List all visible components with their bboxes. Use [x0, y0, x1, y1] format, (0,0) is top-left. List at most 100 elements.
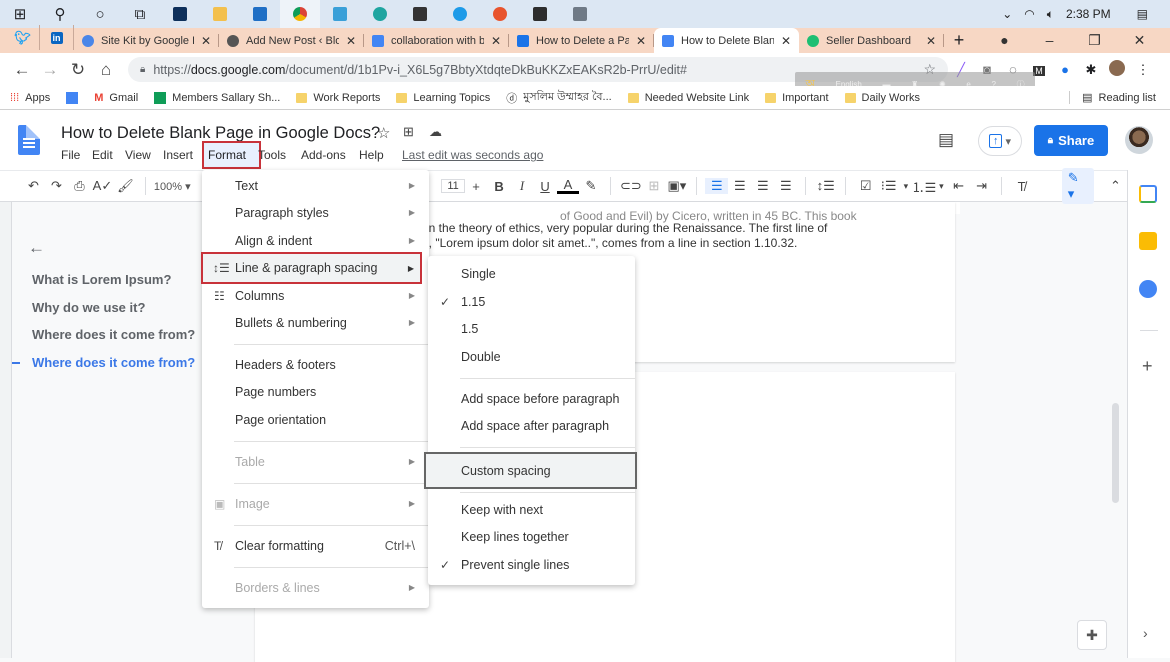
justify-icon[interactable]: ☰	[774, 178, 797, 194]
firefox-icon[interactable]	[480, 0, 520, 28]
tab-search-icon[interactable]: ●	[982, 28, 1027, 53]
bookmark-apps[interactable]: ⁞⁞⁞ Apps	[10, 92, 50, 104]
print-icon[interactable]: ⎙	[68, 178, 91, 194]
google-docs-logo[interactable]	[18, 125, 40, 155]
insert-image-icon[interactable]: ▣▾	[665, 178, 688, 194]
bookmark-daily-works[interactable]: Daily Works	[844, 92, 920, 104]
zoom-select[interactable]: 100% ▾	[154, 180, 198, 193]
increase-indent-icon[interactable]: ⇥	[970, 178, 993, 194]
paint-format-icon[interactable]: 🖌︎	[114, 178, 137, 194]
calculator-icon[interactable]	[560, 0, 600, 28]
clear-formatting-icon[interactable]: T̸	[1010, 179, 1033, 194]
bold-icon[interactable]: B	[488, 179, 511, 194]
clock[interactable]: 2:38 PM	[1066, 7, 1111, 21]
bookmark-bangla[interactable]: ⓓ মুসলিম উম্মাহর বৈ...	[506, 88, 611, 107]
close-icon[interactable]: ✕	[346, 34, 356, 48]
browser-tab[interactable]: Add New Post ‹ Blo ✕	[219, 28, 364, 53]
editing-mode-button[interactable]: ✎ ▾	[1061, 168, 1094, 204]
menu-format[interactable]: Format	[208, 148, 246, 162]
font-size-input[interactable]: 11	[441, 179, 465, 193]
share-button[interactable]: 🔒︎ Share	[1034, 125, 1108, 156]
underline-icon[interactable]: U	[534, 179, 557, 194]
custom-spacing[interactable]: Custom spacing	[424, 452, 637, 489]
add-comment-icon[interactable]: ⊞	[642, 178, 665, 194]
add-addon-icon[interactable]: +	[1142, 356, 1153, 377]
restore-button[interactable]: ❐	[1072, 28, 1117, 53]
browser-tab[interactable]: Seller Dashboard ✕	[799, 28, 944, 53]
keep-lines-together[interactable]: Keep lines together	[428, 523, 635, 550]
account-avatar[interactable]	[1125, 126, 1153, 154]
task-view-icon[interactable]: ⧉	[120, 0, 160, 28]
new-tab-button[interactable]: +	[944, 28, 974, 53]
windows-start-icon[interactable]: ⊞	[0, 0, 40, 28]
browser-tab[interactable]: collaboration with b ✕	[364, 28, 509, 53]
outline-item-active[interactable]: Where does it come from?	[18, 355, 198, 383]
cortana-icon[interactable]: ○	[80, 0, 120, 28]
search-icon[interactable]: ⚲	[40, 0, 80, 28]
add-space-before-paragraph[interactable]: Add space before paragraph	[428, 385, 635, 412]
menu-file[interactable]: File	[61, 148, 80, 162]
menu-tools[interactable]: Tools	[258, 148, 286, 162]
move-folder-icon[interactable]: ⊞	[403, 124, 414, 140]
bulleted-list-icon[interactable]: ⁝☰	[877, 178, 900, 194]
chevron-up-icon[interactable]: ⌄	[1002, 7, 1012, 21]
menu-edit[interactable]: Edit	[92, 148, 113, 162]
line-spacing-icon[interactable]: ↕☰	[814, 178, 837, 194]
outline-item[interactable]: What is Lorem Ipsum?	[18, 272, 198, 300]
minimize-button[interactable]: –	[1027, 28, 1072, 53]
highlight-color-icon[interactable]: ✎	[579, 178, 602, 194]
menu-addons[interactable]: Add-ons	[301, 148, 346, 162]
decrease-indent-icon[interactable]: ⇤	[947, 178, 970, 194]
menu-item-text[interactable]: Text ▶	[202, 172, 429, 199]
collapse-toolbar-icon[interactable]: ⌃	[1104, 178, 1127, 194]
pinned-tab-twitter[interactable]: 🐦︎	[6, 25, 40, 50]
menu-item-line-paragraph-spacing[interactable]: ↕☰ Line & paragraph spacing ▶	[201, 252, 422, 284]
bookmark-members-sallary[interactable]: Members Sallary Sh...	[154, 91, 280, 104]
prevent-single-lines[interactable]: ✓ Prevent single lines	[428, 551, 635, 578]
skype-icon[interactable]	[440, 0, 480, 28]
align-center-icon[interactable]: ☰	[728, 178, 751, 194]
close-icon[interactable]: ✕	[636, 34, 646, 48]
cloud-status-icon[interactable]: ☁︎	[429, 124, 442, 140]
mail-icon[interactable]	[240, 0, 280, 28]
close-window-button[interactable]: ✕	[1117, 28, 1162, 53]
profile-avatar[interactable]	[1104, 60, 1130, 79]
close-icon[interactable]: ✕	[491, 34, 501, 48]
menu-view[interactable]: View	[125, 148, 151, 162]
menu-item-clear-formatting[interactable]: T̸ Clear formatting Ctrl+\	[202, 532, 429, 559]
menu-item-page-numbers[interactable]: Page numbers	[202, 378, 429, 405]
menu-item-align-indent[interactable]: Align & indent ▶	[202, 227, 429, 254]
comment-history-icon[interactable]: ▤	[938, 130, 954, 150]
numbered-list-icon[interactable]: ⒈☰	[912, 177, 937, 196]
bookmark-learning-topics[interactable]: Learning Topics	[396, 92, 490, 104]
expand-panel-icon[interactable]: ›	[1143, 625, 1148, 641]
vertical-scrollbar[interactable]	[1112, 403, 1119, 503]
back-arrow-icon[interactable]: ←	[8, 60, 36, 80]
italic-icon[interactable]: I	[511, 178, 534, 194]
menu-item-bullets-numbering[interactable]: Bullets & numbering ▶	[202, 309, 429, 336]
check-extension-icon[interactable]: ●	[1052, 62, 1078, 77]
more-menu-icon[interactable]: ⋮	[1130, 62, 1156, 78]
menu-insert[interactable]: Insert	[163, 148, 193, 162]
store-icon[interactable]	[400, 0, 440, 28]
increase-font-size-icon[interactable]: +	[465, 179, 488, 194]
spellcheck-icon[interactable]: A✓	[91, 178, 114, 194]
reload-icon[interactable]: ↻	[64, 60, 92, 80]
wifi-icon[interactable]: ◠	[1024, 7, 1034, 21]
star-icon[interactable]: ☆	[377, 124, 390, 142]
undo-icon[interactable]: ↶	[22, 178, 45, 194]
insert-link-icon[interactable]: ⊂⊃	[619, 178, 642, 194]
photos-icon[interactable]	[320, 0, 360, 28]
chevron-down-icon[interactable]: ▾	[936, 181, 948, 192]
outline-item[interactable]: Why do we use it?	[18, 300, 198, 328]
edge-icon[interactable]	[360, 0, 400, 28]
notifications-icon[interactable]: ▤	[1137, 7, 1148, 21]
menu-item-image[interactable]: ▣ Image ▶	[202, 490, 429, 517]
browser-tab[interactable]: Site Kit by Google D ✕	[74, 28, 219, 53]
bookmark-google-docs[interactable]	[66, 91, 79, 104]
outline-item[interactable]: Where does it come from?	[18, 327, 198, 355]
chrome-icon[interactable]	[280, 0, 320, 28]
keep-icon[interactable]	[1139, 232, 1157, 250]
menu-item-table[interactable]: Table ▶	[202, 448, 429, 475]
outline-back-arrow-icon[interactable]: ←	[28, 238, 45, 258]
